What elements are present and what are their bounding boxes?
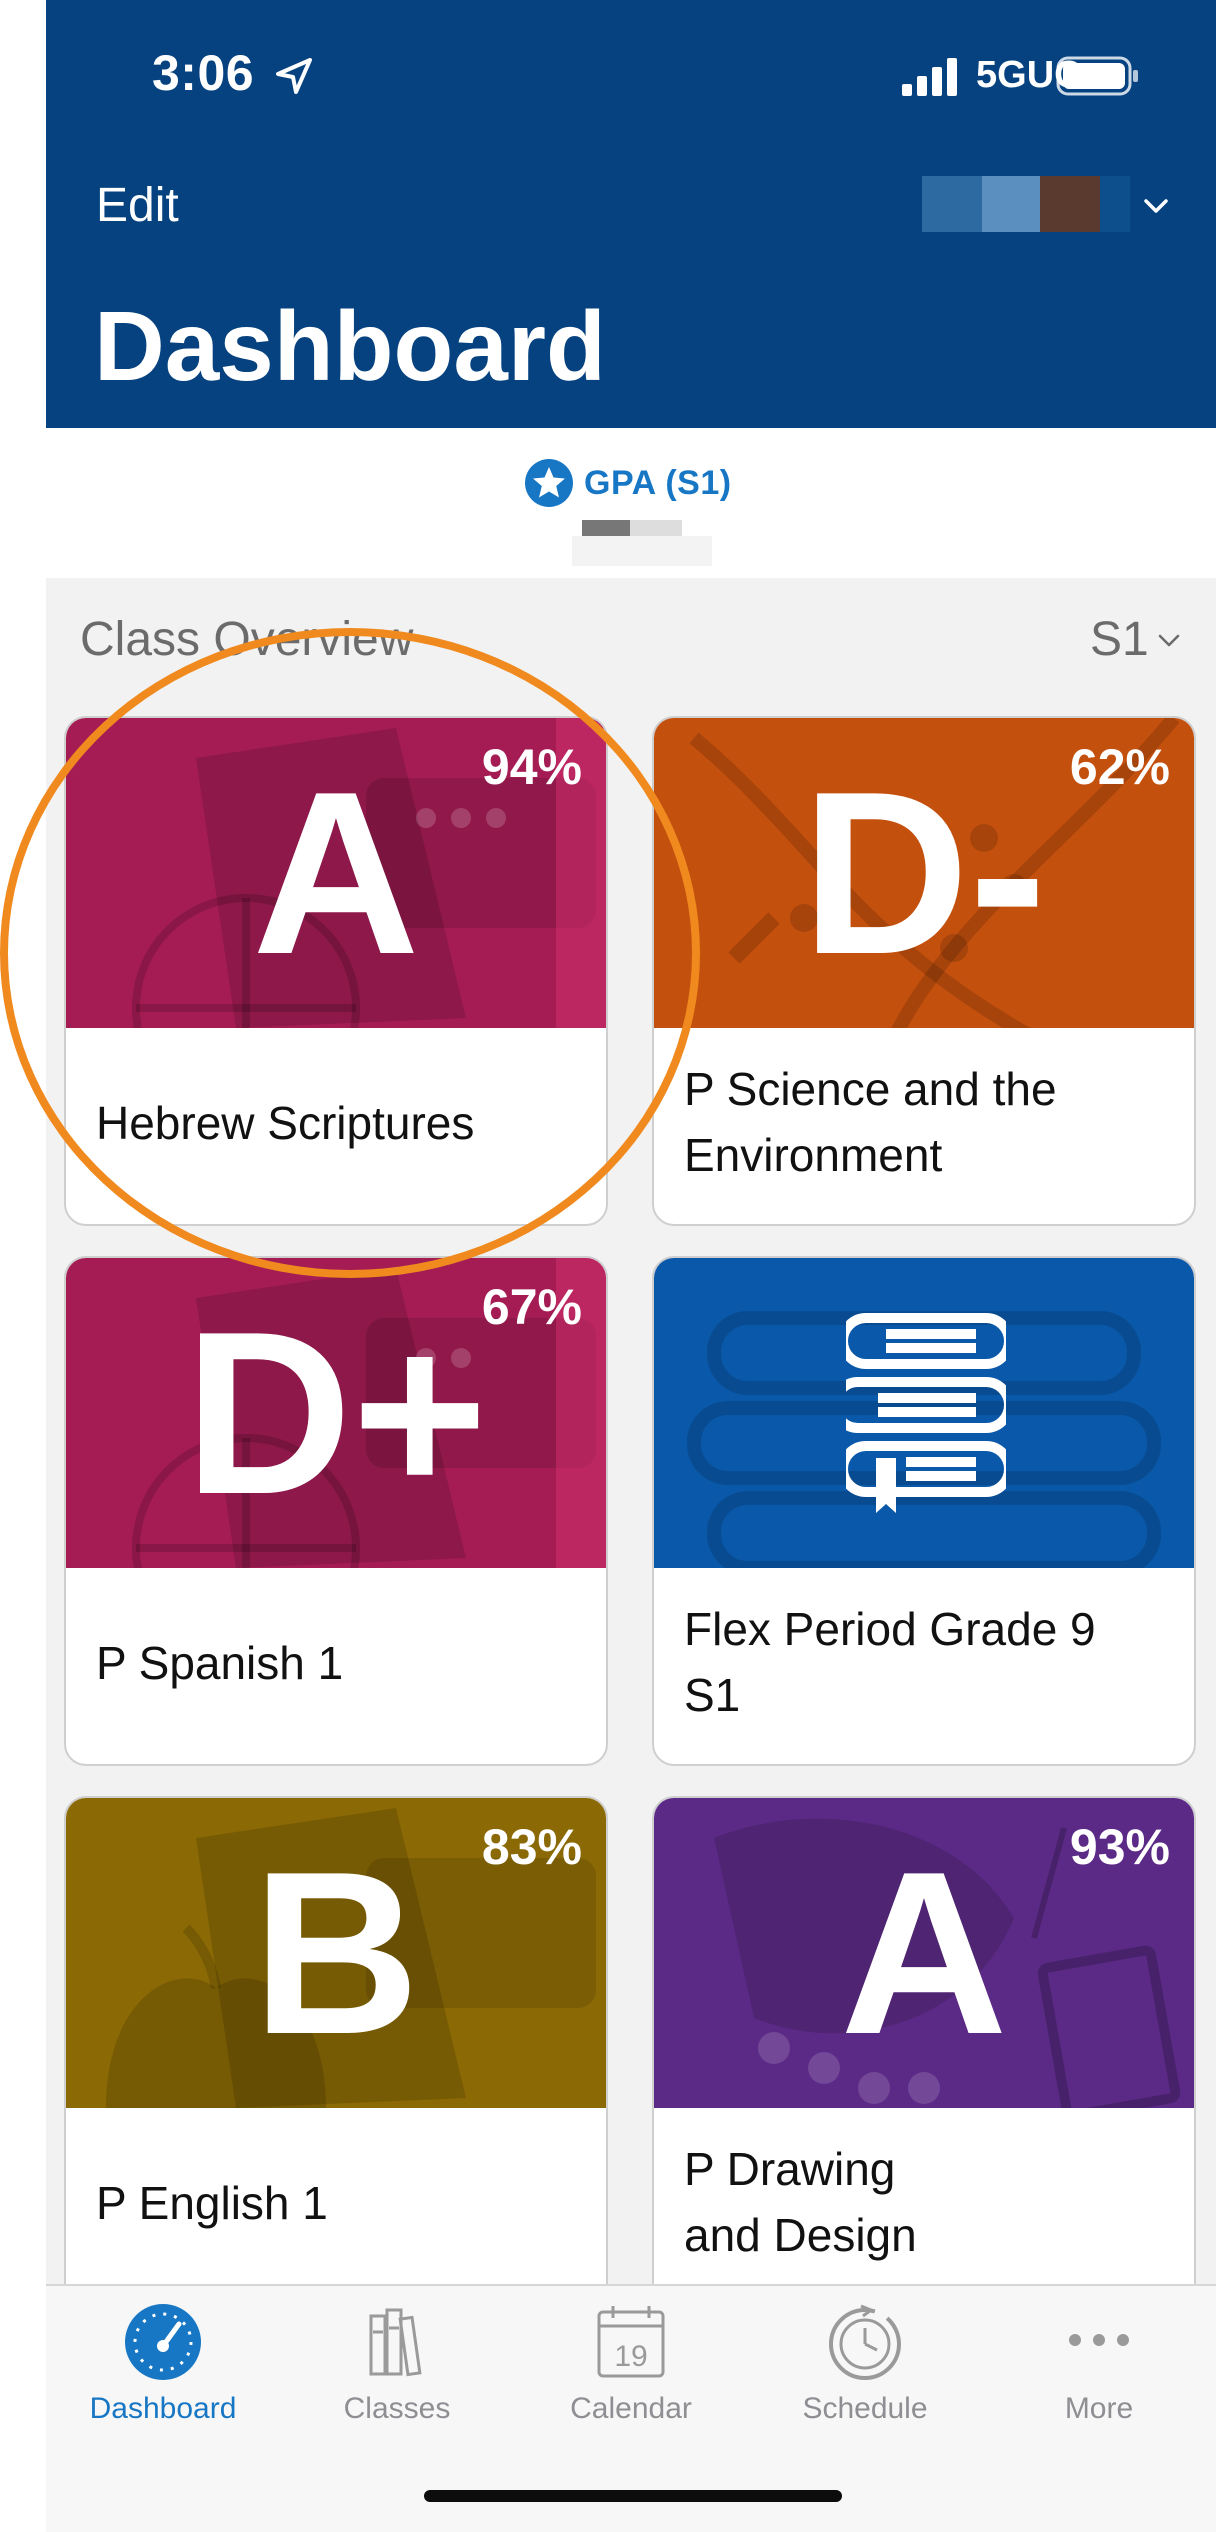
letter-grade: D- [801,744,1047,1003]
tab-label: Classes [343,2392,451,2425]
tab-label: More [1064,2392,1134,2425]
letter-grade: A [840,1824,1008,2083]
class-name: P English 1 [96,2177,328,2229]
tab-schedule[interactable]: Schedule [748,2302,982,2432]
account-switcher[interactable] [922,176,1172,232]
ellipsis-icon [1069,2334,1129,2346]
tab-dashboard[interactable]: Dashboard [46,2302,280,2432]
class-card-science-environment[interactable]: 62% D- P Science and the Environment [652,716,1196,1226]
term-selector[interactable]: S1 [1090,612,1149,667]
grade-banner: 62% D- [654,718,1194,1028]
gpa-subtext-redacted [572,536,712,566]
class-name: Flex Period Grade 9 S1 [684,1603,1096,1721]
chevron-down-icon[interactable] [1142,196,1170,216]
books-icon [846,1313,1006,1513]
edit-button[interactable]: Edit [96,178,179,233]
class-card-drawing-design[interactable]: 93% A P Drawing and Design [652,1796,1196,2284]
letter-grade: D+ [184,1284,488,1543]
tab-label: Dashboard [89,2392,237,2425]
home-indicator[interactable] [424,2490,842,2502]
app-header: 3:06 5GUC Edit Dashboard [46,0,1216,428]
class-card-flex-period[interactable]: Flex Period Grade 9 S1 [652,1256,1196,1766]
books-icon [369,2308,422,2377]
class-card-hebrew-scriptures[interactable]: 94% A Hebrew Scriptures [64,716,608,1226]
status-time: 3:06 [152,45,255,101]
page-title: Dashboard [94,291,606,401]
class-card-spanish-1[interactable]: 67% D+ P Spanish 1 [64,1256,608,1766]
letter-grade: A [252,744,420,1003]
cellular-signal-icon [902,58,957,96]
grade-banner: 83% B [66,1798,606,2108]
tab-calendar[interactable]: 19 Calendar [514,2302,748,2432]
grade-banner [654,1258,1194,1568]
location-arrow-icon [276,58,312,94]
account-avatar [922,176,1172,232]
status-bar: 3:06 5GUC [46,0,1216,150]
chevron-down-icon[interactable] [1158,634,1180,648]
gpa-value-redacted [582,520,682,536]
letter-grade: B [252,1824,420,2083]
battery-icon [1056,56,1138,96]
class-name: P Science and the Environment [684,1063,1057,1181]
grade-banner: 94% A [66,718,606,1028]
gpa-label: GPA (S1) [584,463,732,502]
grade-banner: 93% A [654,1798,1194,2108]
class-overview: Class Overview S1 94% A Hebrew Scripture… [46,578,1216,2284]
calendar-icon: 19 [597,2306,665,2378]
star-badge-icon [525,459,573,507]
tab-label: Calendar [570,2392,692,2425]
clock-icon [829,2304,901,2380]
gpa-heading[interactable]: GPA (S1) [524,458,732,508]
gpa-section[interactable]: GPA (S1) [46,428,1216,578]
section-title: Class Overview [80,613,414,666]
class-name: P Drawing and Design [684,2143,917,2261]
class-card-english-1[interactable]: 83% B P English 1 [64,1796,608,2284]
speedometer-icon [125,2304,201,2380]
grade-banner: 67% D+ [66,1258,606,1568]
class-name: Hebrew Scriptures [96,1097,475,1149]
tab-more[interactable]: More [982,2302,1216,2432]
tab-classes[interactable]: Classes [280,2302,514,2432]
class-name: P Spanish 1 [96,1637,344,1689]
calendar-day: 19 [614,2340,647,2373]
tab-label: Schedule [802,2392,928,2425]
